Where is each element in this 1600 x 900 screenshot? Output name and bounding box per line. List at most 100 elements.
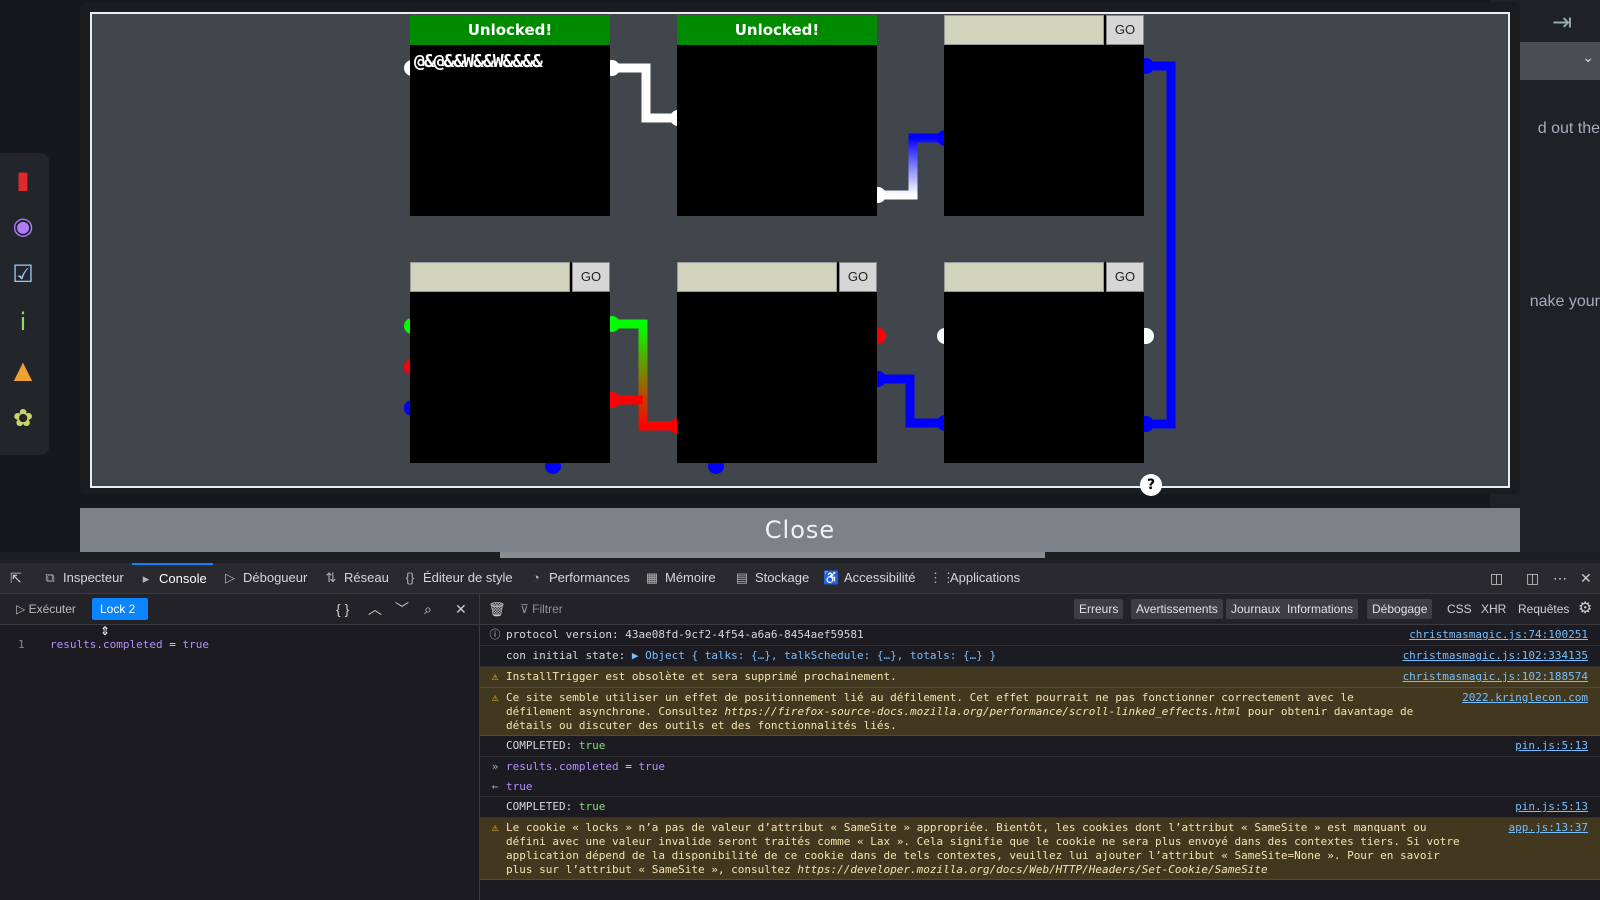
tab-storage[interactable]: ▤ Stockage <box>734 563 809 593</box>
wire-blue <box>1146 61 1176 429</box>
filter-css[interactable]: CSS <box>1447 599 1472 619</box>
performance-icon: ◔ <box>532 570 540 585</box>
devtools-tabbar: ⇱ ⧉ Inspecteur ▸ Console ▷ Débogueur ⇅ Résea… <box>0 563 1600 594</box>
wire-blue <box>878 374 945 428</box>
close-icon[interactable]: ✕ <box>1580 563 1592 593</box>
source-link[interactable]: app.js:13:37 <box>1509 821 1588 835</box>
source-link[interactable]: pin.js:5:13 <box>1515 739 1588 753</box>
checkbox-icon[interactable]: ☑ <box>8 259 38 289</box>
accessibility-icon: ♿ <box>823 570 840 585</box>
source-link[interactable]: christmasmagic.js:74:100251 <box>1409 628 1588 642</box>
filter-xhr[interactable]: XHR <box>1481 599 1506 619</box>
warning-icon: ⚠ <box>491 821 499 834</box>
go-button[interactable]: GO <box>1106 15 1144 45</box>
doc-link[interactable]: https://developer.mozilla.org/docs/Web/H… <box>797 863 1267 876</box>
console-message: con initial state: ▶ Object { talks: {…}… <box>480 646 1600 667</box>
source-link[interactable]: christmasmagic.js:102:334135 <box>1403 649 1588 663</box>
tab-network[interactable]: ⇅ Réseau <box>323 563 389 593</box>
context-select[interactable]: Lock 2 ⇕ <box>92 598 148 638</box>
console-result: ← true <box>480 777 1600 797</box>
console-editor[interactable]: ▷ Exécuter Lock 2 ⇕ { } ︿ ﹀ ⌕ ✕ 1 result… <box>0 594 480 900</box>
network-icon: ⇅ <box>325 570 337 585</box>
pretty-print-icon[interactable]: { } <box>336 594 349 624</box>
warning-icon: ⚠ <box>491 691 499 704</box>
editor-toolbar: ▷ Exécuter Lock 2 ⇕ { } ︿ ﹀ ⌕ ✕ <box>0 594 479 638</box>
doc-link[interactable]: https://firefox-source-docs.mozilla.org/… <box>725 705 1242 718</box>
go-button[interactable]: GO <box>1106 262 1144 292</box>
memory-icon: ▦ <box>645 570 659 585</box>
wire-green-red <box>612 319 678 431</box>
close-icon[interactable]: ✕ <box>455 594 467 624</box>
tab-performance[interactable]: ◔ Performances <box>528 563 630 593</box>
badge-icon[interactable]: ✿ <box>8 403 38 433</box>
dock-icon[interactable]: ◫ <box>1526 563 1539 593</box>
filter-errors[interactable]: Erreurs <box>1074 599 1124 619</box>
source-link[interactable]: pin.js:5:13 <box>1515 800 1588 814</box>
storage-icon: ▤ <box>735 570 749 585</box>
play-icon: ▷ <box>16 602 29 616</box>
console-message: COMPLETED: true pin.js:5:13 <box>480 797 1600 818</box>
close-button[interactable]: Close <box>80 508 1520 552</box>
code-input[interactable] <box>677 262 837 292</box>
lock-panel-2: Unlocked! <box>677 15 877 216</box>
lock-panel-6: GO <box>944 262 1144 463</box>
filter-info[interactable]: Informations <box>1282 599 1359 619</box>
background-text: d out the <box>1537 120 1600 137</box>
code-input[interactable] <box>944 262 1104 292</box>
lock-panel-5: GO <box>677 262 877 463</box>
gear-icon[interactable]: ⚙ <box>1578 594 1592 624</box>
filter-debug[interactable]: Débogage <box>1367 599 1433 619</box>
filter-logs[interactable]: Journaux <box>1226 599 1286 619</box>
tab-console[interactable]: ▸ Console <box>132 563 213 593</box>
source-link[interactable]: 2022.kringlecon.com <box>1462 691 1588 705</box>
background-text: nake your <box>1529 293 1600 310</box>
filter-requests[interactable]: Requêtes <box>1518 599 1569 619</box>
code-text: results.completed = true <box>50 638 209 651</box>
input-chevron-icon: » <box>491 760 499 773</box>
unlocked-header: Unlocked! <box>410 15 610 45</box>
console-input-echo: » results.completed = true <box>480 757 1600 777</box>
tab-style-editor[interactable]: {} Éditeur de style <box>402 563 513 593</box>
console-icon: ▸ <box>142 571 150 586</box>
run-button[interactable]: ▷ Exécuter <box>10 599 82 619</box>
more-icon[interactable]: ⋯ <box>1553 563 1567 593</box>
console-output: 🗑 ⊽ Filtrer Erreurs Avertissements Journ… <box>480 594 1600 900</box>
tab-accessibility[interactable]: ♿ Accessibilité <box>823 563 916 593</box>
help-button[interactable]: ? <box>1140 474 1162 496</box>
source-link[interactable]: christmasmagic.js:102:188574 <box>1403 670 1588 684</box>
trash-icon[interactable]: 🗑 <box>488 594 506 624</box>
wire-white <box>612 63 678 123</box>
info-icon[interactable]: i <box>8 307 38 337</box>
element-picker-icon[interactable]: ⇱ <box>10 563 22 593</box>
code-input[interactable] <box>944 15 1104 45</box>
result-arrow-icon: ← <box>491 780 499 793</box>
style-editor-icon: {} <box>405 570 415 585</box>
console-warning: ⚠ InstallTrigger est obsolète et sera su… <box>480 667 1600 688</box>
search-icon[interactable]: ⌕ <box>424 594 432 624</box>
line-number: 1 <box>18 638 25 651</box>
chevron-up-icon[interactable]: ︿ <box>368 594 382 624</box>
code-input[interactable] <box>410 262 570 292</box>
console-warning: ⚠ Ce site semble utiliser un effet de po… <box>480 688 1600 736</box>
console-message: ⓘ protocol version: 43ae08fd-9cf2-4f54-a… <box>480 625 1600 646</box>
unlocked-header: Unlocked! <box>677 15 877 45</box>
exit-icon[interactable]: ⇥ <box>1552 8 1572 36</box>
map-pin-icon[interactable]: ◉ <box>8 211 38 241</box>
go-button[interactable]: GO <box>572 262 610 292</box>
hat-icon[interactable]: ▲ <box>8 355 38 385</box>
lock-output: @&@&&W&&W&&&& <box>414 51 543 72</box>
filter-icon: ⊽ <box>520 602 533 616</box>
object-preview[interactable]: ▶ Object { talks: {…}, talkSchedule: {…}… <box>632 649 996 662</box>
responsive-icon[interactable]: ◫ <box>1490 563 1503 593</box>
chevron-down-icon[interactable]: ﹀ <box>395 594 409 624</box>
console-message: COMPLETED: true pin.js:5:13 <box>480 736 1600 757</box>
book-icon[interactable]: ▮ <box>8 165 38 195</box>
tab-inspector[interactable]: ⧉ Inspecteur <box>42 563 123 593</box>
go-button[interactable]: GO <box>839 262 877 292</box>
filter-input[interactable]: ⊽ Filtrer <box>520 599 1040 619</box>
tab-debugger[interactable]: ▷ Débogueur <box>222 563 307 593</box>
background-select[interactable]: ⌄ <box>1520 42 1600 80</box>
tab-memory[interactable]: ▦ Mémoire <box>644 563 716 593</box>
tab-applications[interactable]: ⋮⋮Applications <box>929 563 1020 593</box>
filter-warnings[interactable]: Avertissements <box>1131 599 1223 619</box>
